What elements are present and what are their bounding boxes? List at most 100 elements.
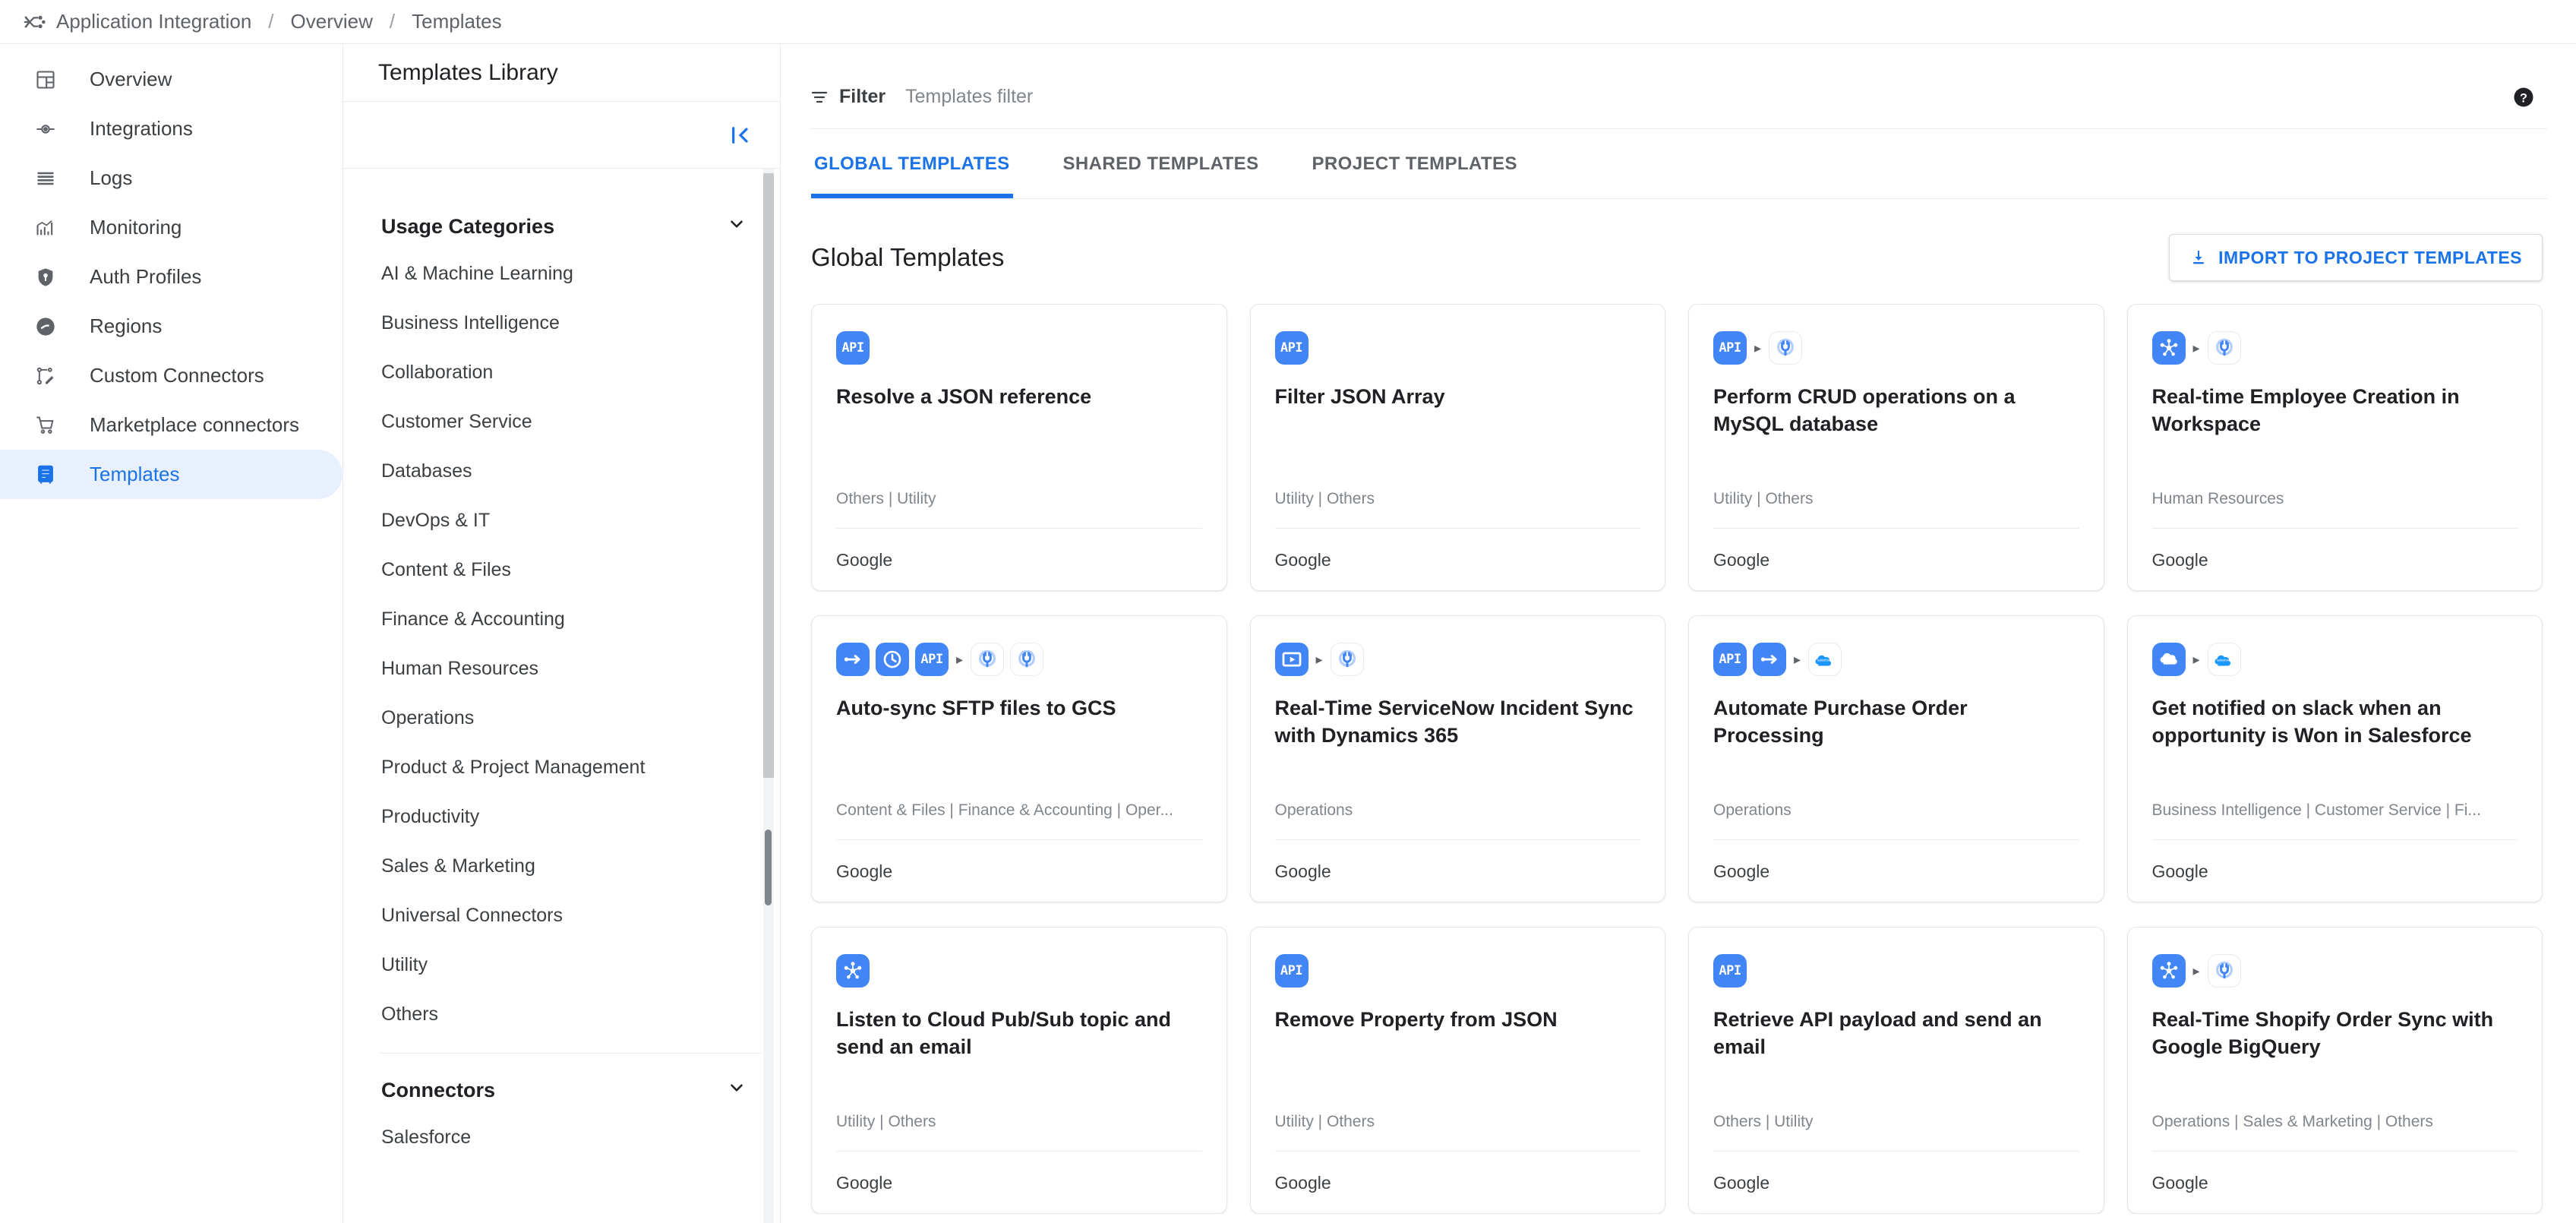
- usage-category-item[interactable]: Utility: [343, 940, 780, 990]
- connector-plug-icon: [2207, 954, 2241, 988]
- template-card[interactable]: API ▸ Perform CRUD operations on a MySQL d…: [1688, 304, 2104, 591]
- sidebar-item-auth-profiles[interactable]: Auth Profiles: [0, 252, 343, 302]
- sidebar-item-overview[interactable]: Overview: [0, 55, 343, 104]
- tab-label: GLOBAL TEMPLATES: [814, 153, 1010, 174]
- chevron-right-icon: ▸: [2192, 962, 2200, 978]
- chevron-right-icon: ▸: [1754, 340, 1762, 356]
- usage-category-item[interactable]: Customer Service: [343, 397, 780, 447]
- template-card-categories: Human Resources: [2151, 490, 2284, 507]
- template-card-title: Auto-sync SFTP files to GCS: [836, 697, 1116, 719]
- scrollbar-thumb[interactable]: [763, 173, 774, 778]
- sidebar-item-integrations[interactable]: Integrations: [0, 104, 343, 153]
- search-input[interactable]: Templates filter: [905, 86, 1033, 108]
- template-card-title: Listen to Cloud Pub/Sub topic and send a…: [836, 1008, 1171, 1058]
- usage-category-item[interactable]: Content & Files: [343, 545, 780, 595]
- template-card[interactable]: API ▸ Auto-sync SFTP files to GCS Content &…: [811, 615, 1227, 902]
- api-icon: API: [915, 643, 949, 676]
- api-icon: API: [1274, 954, 1309, 988]
- chevron-down-icon[interactable]: [727, 1078, 747, 1103]
- usage-category-item[interactable]: Business Intelligence: [343, 299, 780, 348]
- template-card-title: Get notified on slack when an opportunit…: [2151, 697, 2472, 747]
- sidebar-item-label: Overview: [90, 68, 172, 90]
- template-card[interactable]: API ▸ salesforce Automate Purchase Order Pr…: [1688, 615, 2104, 902]
- category-label: Human Resources: [381, 658, 539, 679]
- template-card[interactable]: ▸ Real-Time Shopify Order Sync with Googl…: [2126, 927, 2543, 1214]
- tab-global-templates[interactable]: GLOBAL TEMPLATES: [811, 129, 1013, 198]
- usage-categories-title: Usage Categories: [381, 214, 555, 238]
- breadcrumb-item-overview[interactable]: Overview: [291, 10, 373, 33]
- connector-plug-icon: [1769, 331, 1803, 365]
- category-label: Operations: [381, 707, 475, 728]
- usage-category-item[interactable]: Human Resources: [343, 644, 780, 694]
- filter-button[interactable]: Filter: [810, 86, 886, 108]
- sidebar-item-marketplace-connectors[interactable]: Marketplace connectors: [0, 400, 343, 450]
- help-circle-icon[interactable]: ?: [2512, 86, 2535, 109]
- api-icon: API: [1713, 643, 1747, 676]
- chevron-right-icon: ▸: [2192, 651, 2200, 667]
- template-card-categories: Operations: [1274, 801, 1353, 819]
- sidebar-item-custom-connectors[interactable]: Custom Connectors: [0, 351, 343, 400]
- usage-category-item[interactable]: Product & Project Management: [343, 743, 780, 792]
- template-card[interactable]: ▸ Real-time Employee Creation in Workspac…: [2126, 304, 2543, 591]
- template-card[interactable]: API Filter JSON Array Utility | Others Goog…: [1249, 304, 1665, 591]
- clock-icon: [876, 643, 909, 676]
- template-card[interactable]: Listen to Cloud Pub/Sub topic and send a…: [811, 927, 1227, 1214]
- integrations-icon: [35, 119, 67, 140]
- play-video-icon: [1274, 643, 1309, 676]
- template-card[interactable]: API Retrieve API payload and send an emai…: [1688, 927, 2104, 1214]
- sidebar-item-label: Custom Connectors: [90, 364, 264, 387]
- usage-category-item[interactable]: AI & Machine Learning: [343, 249, 780, 299]
- shield-key-icon: [35, 267, 67, 288]
- usage-category-item[interactable]: Universal Connectors: [343, 891, 780, 940]
- template-card-publisher: Google: [1274, 1151, 1640, 1213]
- connector-item[interactable]: Salesforce: [343, 1113, 780, 1162]
- usage-category-item[interactable]: Others: [343, 990, 780, 1039]
- template-card-publisher: Google: [1274, 839, 1640, 902]
- tab-project-templates[interactable]: PROJECT TEMPLATES: [1309, 129, 1520, 198]
- breadcrumb-item-app[interactable]: Application Integration: [56, 10, 251, 33]
- template-card-publisher: Google: [2151, 1151, 2518, 1213]
- filter-label: Filter: [839, 86, 886, 107]
- chevron-right-icon: ▸: [2192, 340, 2200, 356]
- template-card[interactable]: ▸ salesforce Get notified on slack when an…: [2126, 615, 2543, 902]
- usage-category-item[interactable]: Operations: [343, 694, 780, 743]
- monitoring-chart-icon: [35, 217, 67, 239]
- usage-category-item[interactable]: Collaboration: [343, 348, 780, 397]
- usage-category-item[interactable]: DevOps & IT: [343, 496, 780, 545]
- template-card[interactable]: API Remove Property from JSON Utility | Ot…: [1249, 927, 1665, 1214]
- chevron-down-icon[interactable]: [727, 214, 747, 239]
- arrow-right-icon: [1753, 643, 1786, 676]
- import-to-project-templates-button[interactable]: IMPORT TO PROJECT TEMPLATES: [2169, 234, 2543, 281]
- template-card-title: Resolve a JSON reference: [836, 385, 1092, 408]
- sidebar-item-logs[interactable]: Logs: [0, 153, 343, 203]
- template-card-icons: API: [1274, 324, 1641, 371]
- template-card-icons: API: [1713, 947, 2079, 994]
- usage-category-item[interactable]: Sales & Marketing: [343, 842, 780, 891]
- template-card-categories: Others | Utility: [836, 490, 936, 507]
- template-card-title: Retrieve API payload and send an email: [1713, 1008, 2042, 1058]
- usage-category-item[interactable]: Finance & Accounting: [343, 595, 780, 644]
- usage-categories-header[interactable]: Usage Categories: [343, 204, 780, 249]
- template-card-icons: API ▸ salesforce: [1713, 636, 2079, 683]
- template-card-icons: API: [836, 324, 1202, 371]
- template-card[interactable]: ▸ Real-Time ServiceNow Incident Sync with…: [1249, 615, 1665, 902]
- template-card-icons: ▸: [2151, 324, 2518, 371]
- category-label: DevOps & IT: [381, 510, 491, 531]
- tab-shared-templates[interactable]: SHARED TEMPLATES: [1060, 129, 1262, 198]
- breadcrumb-separator: /: [268, 10, 274, 33]
- sidebar-item-label: Templates: [90, 463, 180, 485]
- breadcrumb-item-templates[interactable]: Templates: [412, 10, 502, 33]
- collapse-panel-icon[interactable]: [728, 123, 753, 147]
- sidebar-item-templates[interactable]: Templates: [0, 450, 343, 499]
- scrollbar-thumb-inner[interactable]: [765, 830, 772, 905]
- chevron-right-icon: ▸: [1794, 651, 1801, 667]
- usage-category-item[interactable]: Productivity: [343, 792, 780, 842]
- usage-category-item[interactable]: Databases: [343, 447, 780, 496]
- template-card-publisher: Google: [836, 839, 1202, 902]
- sidebar-item-regions[interactable]: Regions: [0, 302, 343, 351]
- sidebar-item-monitoring[interactable]: Monitoring: [0, 203, 343, 252]
- template-card-icons: ▸: [2151, 947, 2518, 994]
- template-card[interactable]: API Resolve a JSON reference Others | Util…: [811, 304, 1227, 591]
- breadcrumb-separator: /: [389, 10, 396, 33]
- connectors-header[interactable]: Connectors: [343, 1067, 780, 1113]
